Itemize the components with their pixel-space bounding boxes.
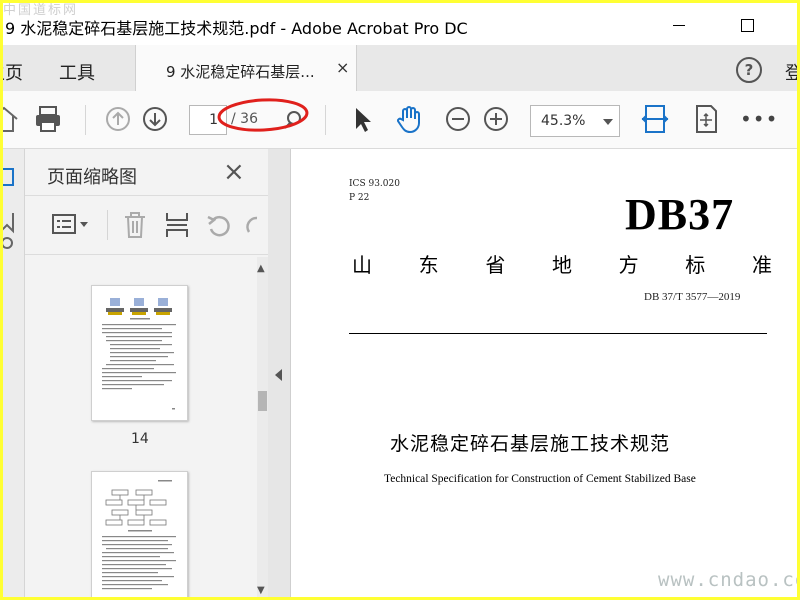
panel-close-icon[interactable]: ×	[223, 157, 245, 187]
document-title-chinese: 水泥稳定碎石基层施工技术规范	[390, 433, 671, 455]
tab-document[interactable]: 9 水泥稳定碎石基层... ×	[135, 45, 357, 91]
fit-width-icon[interactable]	[640, 103, 670, 135]
select-cursor-icon[interactable]	[347, 103, 377, 135]
heading-char: 东	[418, 253, 439, 277]
page-thumbnail[interactable]	[91, 285, 188, 421]
previous-page-icon[interactable]	[103, 103, 133, 135]
p-line: P 22	[349, 193, 370, 203]
thumbnail-page-content	[102, 298, 176, 410]
thumbnail-scrollbar[interactable]: ▲ ▼	[257, 257, 268, 597]
tab-document-label: 9 水泥稳定碎石基层...	[166, 63, 315, 81]
thumbnail-page-content	[102, 480, 176, 590]
toolbar-separator	[325, 105, 326, 135]
thumbnail-label: 14	[131, 431, 149, 447]
rotate-left-icon[interactable]	[205, 210, 233, 240]
next-page-icon[interactable]	[140, 103, 170, 135]
tab-bar: 主页 工具 9 水泥稳定碎石基层... × ? 登	[3, 45, 797, 91]
delete-icon[interactable]	[121, 210, 149, 240]
heading-char: 标	[685, 253, 706, 277]
watermark-bottom: www.cndao.com	[658, 569, 797, 591]
ics-code: ICS 93.020 P 22	[349, 177, 400, 205]
scroll-mode-icon[interactable]	[691, 103, 721, 135]
toolbar-separator	[85, 105, 86, 135]
standard-code: DB37	[625, 190, 735, 239]
horizontal-rule	[349, 333, 767, 334]
zoom-out-icon[interactable]	[443, 103, 473, 135]
window-title: 9 水泥稳定碎石基层施工技术规范.pdf - Adobe Acrobat Pro…	[5, 19, 468, 38]
thumbnail-list: 14	[25, 257, 257, 597]
page-thumbnails-icon[interactable]	[3, 167, 17, 187]
panel-separator	[107, 210, 108, 240]
red-annotation-ellipse	[217, 98, 309, 132]
ics-line: ICS 93.020	[349, 179, 400, 189]
tab-home[interactable]: 主页	[3, 59, 23, 85]
heading-char: 山	[352, 253, 372, 277]
chevron-down-icon	[603, 119, 613, 125]
more-tools-button[interactable]: •••	[740, 107, 778, 131]
chevron-down-icon[interactable]: ▼	[257, 585, 265, 596]
toolbar: 1 / 36 45.3% •••	[3, 91, 797, 149]
collapse-panel-icon[interactable]	[275, 369, 282, 381]
standard-number: DB 37/T 3577—2019	[644, 291, 741, 303]
tab-close-icon[interactable]: ×	[336, 58, 349, 77]
scrollbar-thumb[interactable]	[258, 391, 267, 411]
print-icon[interactable]	[33, 103, 63, 135]
heading-char: 准	[751, 253, 772, 277]
document-view: ICS 93.020 P 22 DB37 山 东 省 地 方 标 准 DB 37…	[292, 149, 797, 597]
help-icon[interactable]: ?	[736, 57, 762, 83]
zoom-in-icon[interactable]	[481, 103, 511, 135]
thumbnail-options-icon[interactable]	[51, 212, 91, 238]
page-thumbnail[interactable]	[91, 471, 188, 597]
tab-tools[interactable]: 工具	[59, 59, 95, 85]
thumbnails-panel: 页面缩略图 × 14 ▲ ▼	[25, 149, 268, 597]
acrobat-window: 中国道标网 9 水泥稳定碎石基层施工技术规范.pdf - Adobe Acrob…	[3, 3, 797, 597]
heading-char: 方	[618, 253, 639, 277]
home-icon[interactable]	[3, 103, 19, 135]
maximize-button[interactable]	[739, 15, 759, 35]
rotate-right-icon[interactable]	[243, 210, 263, 240]
insert-pages-icon[interactable]	[163, 210, 191, 240]
signin-button[interactable]: 登	[785, 59, 797, 85]
document-title-english: Technical Specification for Construction…	[384, 473, 696, 485]
chevron-up-icon[interactable]: ▲	[257, 263, 265, 274]
minimize-button[interactable]	[671, 15, 691, 35]
zoom-value: 45.3%	[541, 113, 586, 129]
heading-char: 地	[551, 253, 572, 277]
panel-divider[interactable]	[268, 149, 291, 597]
panel-title: 页面缩略图	[47, 167, 137, 188]
hand-tool-icon[interactable]	[394, 103, 424, 135]
panel-toolbar	[25, 195, 268, 255]
heading-char: 省	[485, 253, 506, 277]
zoom-select[interactable]: 45.3%	[530, 105, 620, 137]
standard-type-heading: 山 东 省 地 方 标 准	[352, 249, 772, 278]
navigation-strip	[3, 149, 25, 597]
bookmarks-icon[interactable]	[3, 211, 17, 251]
title-bar: 中国道标网 9 水泥稳定碎石基层施工技术规范.pdf - Adobe Acrob…	[3, 3, 797, 45]
